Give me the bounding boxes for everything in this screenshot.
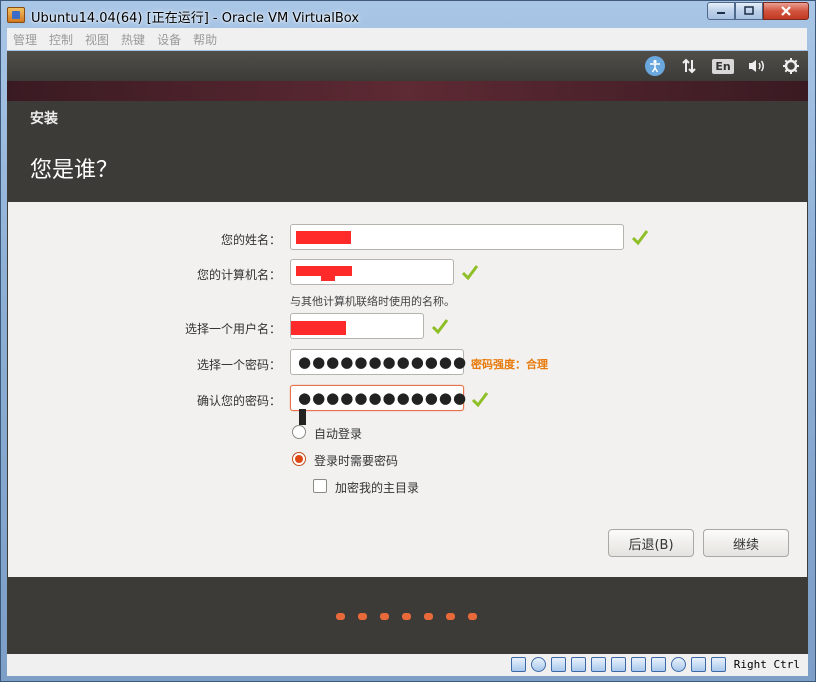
redacted-name — [296, 231, 351, 244]
password-label: 选择一个密码： — [196, 358, 281, 372]
confirm-password-mask: ●●●●●●●●●●●● — [298, 389, 467, 425]
session-indicator[interactable] — [780, 55, 802, 77]
name-field[interactable] — [290, 224, 624, 250]
encrypt-home-checkbox[interactable] — [313, 479, 327, 493]
ubuntu-top-panel: En — [7, 51, 808, 81]
status-icons: Right Ctrl — [510, 657, 800, 672]
require-password-radio[interactable] — [292, 452, 306, 466]
optical-drive-icon[interactable] — [530, 657, 546, 672]
computer-valid-check-icon — [461, 265, 479, 281]
menu-help[interactable]: 帮助 — [187, 31, 223, 48]
usb-icon[interactable] — [570, 657, 586, 672]
require-password-label[interactable]: 登录时需要密码 — [314, 452, 398, 469]
accessibility-indicator[interactable] — [644, 55, 666, 77]
host-key-indicator-icon[interactable] — [690, 657, 706, 672]
desktop-wallpaper — [7, 81, 808, 101]
password-strength: 密码强度：合理 — [471, 358, 548, 371]
guest-screen: En 安装 您是谁？ 您的姓名： 您的计算机名： 与其他计算机联络时使用的名称。… — [7, 51, 808, 654]
encrypt-home-label[interactable]: 加密我的主目录 — [335, 479, 419, 496]
menu-view[interactable]: 视图 — [79, 31, 115, 48]
close-icon — [781, 6, 791, 16]
menu-hotkeys[interactable]: 热键 — [115, 31, 151, 48]
close-button[interactable] — [763, 2, 809, 20]
gear-icon — [783, 58, 799, 74]
progress-dot — [424, 613, 433, 620]
computer-name-field[interactable] — [290, 259, 454, 285]
hard-disk-icon[interactable] — [510, 657, 526, 672]
virtualization-icon[interactable] — [650, 657, 666, 672]
redacted-computer-name-tail — [321, 275, 335, 281]
progress-dot — [380, 613, 389, 620]
form-area: 您的姓名： 您的计算机名： 与其他计算机联络时使用的名称。 选择一个用户名： 选… — [8, 202, 807, 577]
confirm-valid-check-icon — [471, 392, 489, 408]
menu-manage[interactable]: 管理 — [7, 31, 43, 48]
mouse-integration-icon[interactable] — [670, 657, 686, 672]
network-arrows-icon — [682, 58, 696, 74]
sound-indicator[interactable] — [746, 55, 768, 77]
username-field[interactable] — [290, 313, 424, 339]
continue-button[interactable]: 继续 — [703, 529, 789, 557]
maximize-button[interactable] — [735, 2, 763, 20]
menu-devices[interactable]: 设备 — [151, 31, 187, 48]
network-adapter-icon[interactable] — [550, 657, 566, 672]
name-label: 您的姓名： — [220, 233, 281, 247]
caption-buttons — [707, 2, 809, 20]
progress-dot — [468, 613, 477, 620]
title-bar[interactable]: Ubuntu14.04(64) [正在运行] - Oracle VM Virtu… — [1, 1, 815, 29]
installer-dialog: 安装 您是谁？ 您的姓名： 您的计算机名： 与其他计算机联络时使用的名称。 选择… — [8, 102, 807, 652]
indicator-tray: En — [644, 55, 802, 77]
username-label: 选择一个用户名： — [184, 322, 281, 336]
password-mask: ●●●●●●●●●●●● — [298, 353, 468, 371]
back-button[interactable]: 后退(B) — [608, 529, 694, 557]
maximize-icon — [744, 6, 754, 15]
confirm-password-label: 确认您的密码： — [196, 394, 281, 408]
page-heading: 您是谁？ — [30, 158, 119, 183]
text-cursor — [299, 408, 306, 425]
minimize-icon — [717, 12, 725, 14]
confirm-password-field[interactable]: ●●●●●●●●●●●● — [290, 385, 466, 425]
username-valid-check-icon — [431, 319, 449, 335]
host-key-label: Right Ctrl — [733, 658, 800, 671]
auto-login-radio[interactable] — [292, 425, 306, 439]
computer-name-label: 您的计算机名： — [196, 268, 281, 282]
progress-dot — [358, 613, 367, 620]
accessibility-icon — [645, 56, 665, 76]
window-title: Ubuntu14.04(64) [正在运行] - Oracle VM Virtu… — [31, 11, 360, 26]
minimize-button[interactable] — [707, 2, 735, 20]
status-bar: Right Ctrl — [7, 654, 808, 676]
volume-icon — [749, 60, 764, 72]
menu-control[interactable]: 控制 — [43, 31, 79, 48]
keyboard-indicator[interactable]: En — [712, 55, 734, 77]
redacted-username — [291, 321, 346, 335]
password-field[interactable]: ●●●●●●●●●●●● — [290, 349, 468, 375]
network-indicator[interactable] — [678, 55, 700, 77]
shared-folders-icon[interactable] — [590, 657, 606, 672]
progress-dot — [402, 613, 411, 620]
keyboard-capture-icon[interactable] — [710, 657, 726, 672]
progress-dot — [446, 613, 455, 620]
display-icon[interactable] — [610, 657, 626, 672]
video-capture-icon[interactable] — [630, 657, 646, 672]
confirm-password-mask-text: ●●●●●●●●●●●● — [298, 389, 468, 407]
name-valid-check-icon — [631, 230, 649, 246]
progress-dot — [336, 613, 345, 620]
virtualbox-app-icon[interactable] — [7, 7, 25, 23]
menu-bar: 管理 控制 视图 热键 设备 帮助 — [7, 28, 807, 50]
computer-name-hint: 与其他计算机联络时使用的名称。 — [290, 295, 455, 308]
dialog-title: 安装 — [30, 111, 58, 127]
keyboard-layout-label: En — [712, 58, 734, 74]
progress-indicator — [336, 613, 477, 620]
auto-login-label[interactable]: 自动登录 — [314, 425, 362, 442]
